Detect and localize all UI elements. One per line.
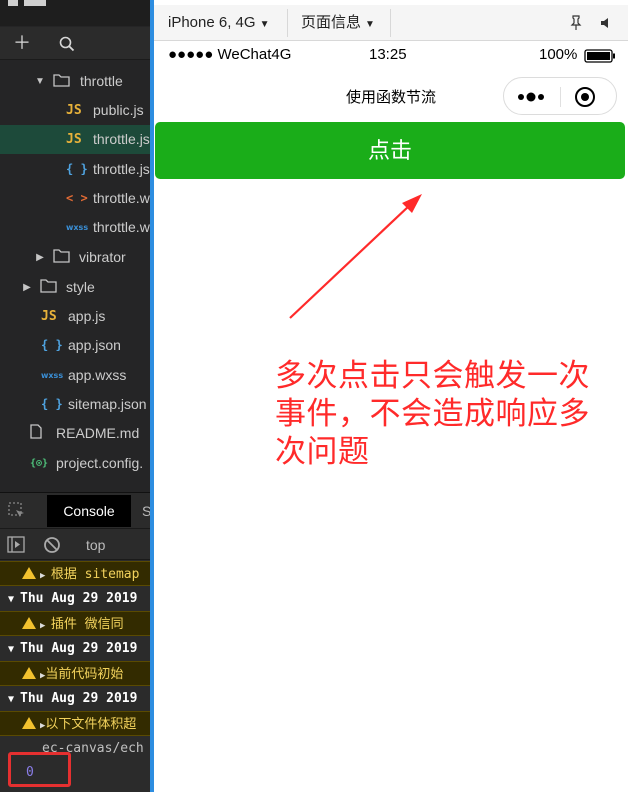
chevron-down-icon: ▼ <box>35 76 45 87</box>
console-group[interactable]: ▼ Thu Aug 29 2019 <box>0 636 150 661</box>
highlight-box <box>8 752 71 787</box>
warning-icon <box>22 717 36 729</box>
tree-item-label: app.wxss <box>68 367 127 383</box>
console-message: 当前代码初始 <box>45 667 124 682</box>
console-warning[interactable]: ▶ 根据 sitemap <box>0 561 150 586</box>
tree-item-public-js[interactable]: JS public.js <box>0 96 150 125</box>
tree-item-label: sitemap.json <box>68 396 147 412</box>
tree-folder-vibrator[interactable]: ▶ vibrator <box>0 243 150 272</box>
console-group-title: Thu Aug 29 2019 <box>20 591 138 606</box>
console-group[interactable]: ▼ Thu Aug 29 2019 <box>0 586 150 611</box>
console-tab-bar: Console S <box>0 493 150 529</box>
tree-item-throttle-js[interactable]: JS throttle.js <box>0 125 150 154</box>
console-panel: Console S top ▶ 根据 sitemap ▼ Thu Aug 29 2… <box>0 492 150 792</box>
chevron-right-icon: ▶ <box>23 282 31 293</box>
inspect-icon[interactable] <box>8 502 26 525</box>
search-icon[interactable] <box>55 27 79 60</box>
annotation-text: 多次点击只会触发一次事件，不会造成响应多次问题 <box>275 358 590 469</box>
annotation-arrow <box>289 194 422 319</box>
tree-item-label: public.js <box>93 102 144 118</box>
sidebar-toggle-icon[interactable] <box>7 536 25 558</box>
console-message: 以下文件体积超 <box>45 717 137 732</box>
console-message: 插件 微信同 <box>50 617 124 632</box>
tree-item-app-json[interactable]: { } app.json <box>0 331 150 360</box>
tree-folder-throttle[interactable]: ▼ throttle <box>0 67 150 96</box>
explorer-toolbar: ＋ <box>0 27 150 60</box>
warning-icon <box>22 567 36 579</box>
tree-item-sitemap-json[interactable]: { } sitemap.json <box>0 390 150 419</box>
tree-item-label: README.md <box>56 425 140 441</box>
tree-item-label: throttle.w <box>93 219 150 235</box>
tree-item-label: throttle.js <box>93 161 150 177</box>
simulator-panel: iPhone 6, 4G ▼ 页面信息 ▼ ●●●●● WeChat4G 13:25… <box>154 0 628 792</box>
tree-item-throttle-wxml[interactable]: < > throttle.w <box>0 184 150 213</box>
tab-console[interactable]: Console <box>47 495 131 527</box>
expand-icon: ▶ <box>40 571 51 581</box>
tree-item-label: vibrator <box>79 249 126 265</box>
clear-console-icon[interactable] <box>43 536 61 559</box>
file-icon <box>30 419 42 448</box>
tree-item-app-js[interactable]: JS app.js <box>0 302 150 331</box>
js-file-icon: JS <box>66 132 82 147</box>
tree-item-label: project.config. <box>56 455 144 471</box>
chevron-down-icon: ▼ <box>8 694 15 705</box>
folder-icon <box>53 243 71 272</box>
folder-open-icon <box>53 67 71 96</box>
tree-item-throttle-wxss[interactable]: wxss throttle.w <box>0 213 150 242</box>
tree-item-label: style <box>66 279 95 295</box>
add-icon[interactable]: ＋ <box>10 27 34 60</box>
console-group[interactable]: ▼ Thu Aug 29 2019 <box>0 686 150 711</box>
chevron-down-icon: ▼ <box>8 594 15 605</box>
json-file-icon: { } <box>41 338 63 352</box>
console-message: 根据 sitemap <box>50 567 140 582</box>
console-group-title: Thu Aug 29 2019 <box>20 691 138 706</box>
wxss-file-icon: wxss <box>41 371 64 380</box>
chevron-down-icon: ▼ <box>8 644 15 655</box>
js-file-icon: JS <box>66 103 82 118</box>
tree-item-label: throttle.js <box>93 131 150 147</box>
ide-top-strip <box>0 0 150 26</box>
console-group-title: Thu Aug 29 2019 <box>20 641 138 656</box>
wxml-file-icon: < > <box>66 191 88 205</box>
expand-icon: ▶ <box>40 621 51 631</box>
context-select[interactable]: top <box>86 530 105 560</box>
tree-item-label: app.js <box>68 308 106 324</box>
tree-item-label: throttle.w <box>93 190 150 206</box>
tab-sources[interactable]: S <box>142 493 150 529</box>
warning-icon <box>22 667 36 679</box>
console-warning[interactable]: ▶当前代码初始 <box>0 661 150 686</box>
json-file-icon: { } <box>41 397 63 411</box>
window-control[interactable] <box>8 0 18 6</box>
console-filter-bar: top <box>0 530 150 560</box>
chevron-right-icon: ▶ <box>36 252 44 263</box>
window-control[interactable] <box>24 0 46 6</box>
ide-panel: ＋ ▼ throttle JS public.js JS throttle.js… <box>0 0 150 792</box>
config-file-icon: {⊙} <box>30 458 49 469</box>
tree-item-project-config[interactable]: {⊙} project.config. <box>0 449 150 478</box>
tree-item-readme[interactable]: README.md <box>0 419 150 448</box>
tree-folder-style[interactable]: ▶ style <box>0 273 150 302</box>
tree-item-throttle-json[interactable]: { } throttle.js <box>0 155 150 184</box>
tree-item-label: throttle <box>80 73 123 89</box>
console-warning[interactable]: ▶以下文件体积超 <box>0 711 150 736</box>
folder-icon <box>40 273 58 302</box>
tree-item-label: app.json <box>68 337 121 353</box>
wxss-file-icon: wxss <box>66 223 89 232</box>
console-warning[interactable]: ▶ 插件 微信同 <box>0 611 150 636</box>
js-file-icon: JS <box>41 309 57 324</box>
json-file-icon: { } <box>66 162 88 176</box>
warning-icon <box>22 617 36 629</box>
tree-item-app-wxss[interactable]: wxss app.wxss <box>0 361 150 390</box>
